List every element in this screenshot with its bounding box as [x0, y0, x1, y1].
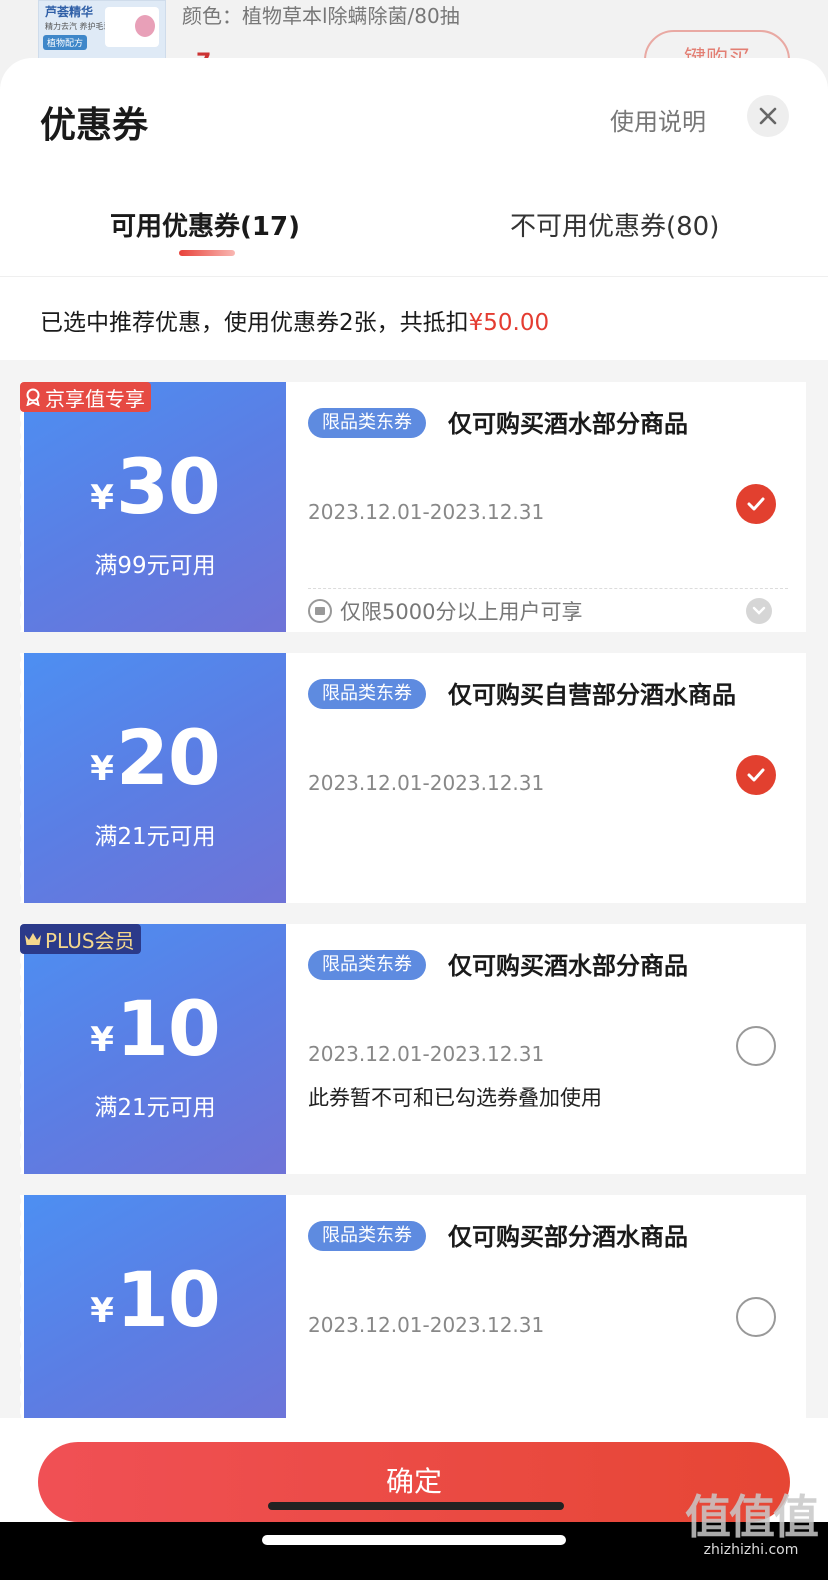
- coupon-checkbox[interactable]: [736, 755, 776, 795]
- chevron-down-icon: [752, 606, 766, 615]
- usage-instructions-link[interactable]: 使用说明: [610, 102, 706, 137]
- restriction-text: 仅限5000分以上用户可享: [340, 600, 583, 624]
- coupon-amount-value: 20: [115, 713, 221, 802]
- ticket-icon: [308, 599, 332, 623]
- coupon-card[interactable]: ¥10 仅可购买部分酒水商品 限品类东券 2023.12.01-2023.12.…: [16, 1195, 806, 1418]
- coupon-threshold: 满99元可用: [94, 553, 216, 579]
- category-badge: 限品类东券: [308, 679, 426, 709]
- jd-score-tag: 京享值专享: [20, 382, 151, 412]
- currency-symbol: ¥: [90, 478, 114, 518]
- coupon-info: 仅可购买自营部分酒水商品 限品类东券 2023.12.01-2023.12.31: [286, 653, 806, 903]
- summary-text: 已选中推荐优惠，使用优惠券2张，共抵扣: [40, 310, 469, 336]
- crown-icon: [25, 933, 41, 945]
- coupon-list[interactable]: ¥30 满99元可用 京享值专享 仅可购买酒水部分商品 限品类东券 2023.1…: [0, 360, 828, 1418]
- category-badge: 限品类东券: [308, 950, 426, 980]
- tag-label: PLUS会员: [45, 928, 135, 953]
- watermark: 值值值 zhizhizhi.com: [676, 1492, 826, 1578]
- coupon-validity: 2023.12.01-2023.12.31: [308, 1313, 545, 1337]
- product-thumbnail: 芦荟精华 精力去汽 养护毛囊 植物配方: [38, 0, 166, 60]
- coupon-card[interactable]: ¥10 满21元可用 PLUS会员 仅可购买酒水部分商品 限品类东券 2023.…: [16, 924, 806, 1174]
- thumb-brand: 芦荟精华: [45, 5, 94, 19]
- coupon-checkbox[interactable]: [736, 1297, 776, 1337]
- product-spec: 颜色：植物草本l除螨除菌/80抽: [182, 4, 460, 28]
- close-icon: [759, 107, 777, 125]
- check-icon: [747, 497, 765, 511]
- coupon-value-panel: ¥30 满99元可用: [16, 382, 286, 632]
- plus-member-tag: PLUS会员: [20, 924, 141, 954]
- currency-symbol: ¥: [90, 1291, 114, 1331]
- sheet-home-indicator: [268, 1502, 564, 1510]
- currency-symbol: ¥: [90, 1020, 114, 1060]
- coupon-info: 仅可购买酒水部分商品 限品类东券 2023.12.01-2023.12.31 仅…: [286, 382, 806, 632]
- coupon-value-panel: ¥20 满21元可用: [16, 653, 286, 903]
- coupon-amount: ¥10: [24, 1255, 286, 1344]
- coupon-tabs: 可用优惠券(17) 不可用优惠券(80): [0, 186, 828, 272]
- coupon-restriction: 仅限5000分以上用户可享: [308, 596, 582, 626]
- watermark-url: zhizhizhi.com: [703, 1542, 799, 1558]
- category-badge: 限品类东券: [308, 408, 426, 438]
- coupon-checkbox[interactable]: [736, 484, 776, 524]
- coupon-card[interactable]: ¥20 满21元可用 仅可购买自营部分酒水商品 限品类东券 2023.12.01…: [16, 653, 806, 903]
- coupon-divider: [308, 588, 788, 589]
- close-button[interactable]: [747, 95, 789, 137]
- selection-summary: 已选中推荐优惠，使用优惠券2张，共抵扣¥50.00: [0, 276, 828, 360]
- currency-symbol: ¥: [90, 749, 114, 789]
- thumb-sub: 精力去汽 养护毛囊: [45, 22, 112, 31]
- coupon-amount: ¥10: [24, 984, 286, 1073]
- coupon-stack-note: 此券暂不可和已勾选券叠加使用: [308, 1086, 602, 1110]
- coupon-amount: ¥30: [24, 442, 286, 531]
- tag-label: 京享值专享: [45, 386, 145, 411]
- coupon-amount: ¥20: [24, 713, 286, 802]
- coupon-amount-value: 30: [115, 442, 221, 531]
- summary-amount: ¥50.00: [468, 310, 550, 336]
- coupon-info: 仅可购买部分酒水商品 限品类东券 2023.12.01-2023.12.31: [286, 1195, 806, 1418]
- coupon-amount-value: 10: [115, 1255, 221, 1344]
- coupon-validity: 2023.12.01-2023.12.31: [308, 771, 545, 795]
- coupon-validity: 2023.12.01-2023.12.31: [308, 1042, 545, 1066]
- expand-details-button[interactable]: [746, 598, 772, 624]
- coupon-threshold: 满21元可用: [94, 824, 216, 850]
- coupon-info: 仅可购买酒水部分商品 限品类东券 2023.12.01-2023.12.31 此…: [286, 924, 806, 1174]
- check-icon: [747, 768, 765, 782]
- sheet-title: 优惠券: [40, 105, 149, 146]
- coupon-value-panel: ¥10: [16, 1195, 286, 1418]
- watermark-logo: 值值值: [685, 1490, 819, 1544]
- thumb-flower: [135, 15, 155, 37]
- coupon-value-panel: ¥10 满21元可用: [16, 924, 286, 1174]
- tab-available[interactable]: 可用优惠券(17): [110, 206, 300, 243]
- coupon-amount-value: 10: [115, 984, 221, 1073]
- coupon-validity: 2023.12.01-2023.12.31: [308, 500, 545, 524]
- coupon-checkbox[interactable]: [736, 1026, 776, 1066]
- award-icon: [26, 388, 40, 406]
- thumb-badge: 植物配方: [43, 35, 88, 50]
- tab-unavailable[interactable]: 不可用优惠券(80): [510, 206, 719, 243]
- tab-active-indicator: [179, 250, 235, 256]
- coupon-card[interactable]: ¥30 满99元可用 京享值专享 仅可购买酒水部分商品 限品类东券 2023.1…: [16, 382, 806, 632]
- home-indicator[interactable]: [262, 1535, 566, 1545]
- coupon-threshold: 满21元可用: [94, 1095, 216, 1121]
- coupon-sheet: 优惠券 使用说明 可用优惠券(17) 不可用优惠券(80) 已选中推荐优惠，使用…: [0, 58, 828, 1580]
- category-badge: 限品类东券: [308, 1221, 426, 1251]
